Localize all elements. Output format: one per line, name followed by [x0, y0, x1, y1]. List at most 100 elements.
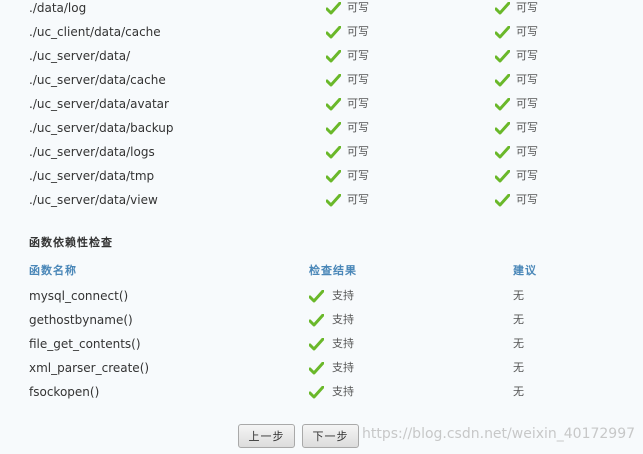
- current-status: 可写: [326, 0, 369, 20]
- current-status: 可写: [326, 92, 369, 116]
- directory-path: ./uc_client/data/cache: [29, 25, 161, 39]
- check-icon: [495, 49, 510, 62]
- check-icon: [309, 385, 324, 398]
- install-check-page: ./data/log 可写 可写 ./uc_client/data/cache …: [0, 0, 643, 454]
- directory-row: ./uc_client/data/cache 可写 可写: [0, 20, 643, 44]
- result-text: 支持: [332, 337, 354, 350]
- directory-path: ./uc_server/data/cache: [29, 73, 166, 87]
- required-status: 可写: [495, 116, 538, 140]
- status-text: 可写: [347, 49, 369, 62]
- function-advice: 无: [513, 289, 524, 302]
- check-icon: [495, 121, 510, 134]
- status-text: 可写: [347, 97, 369, 110]
- function-name: gethostbyname(): [29, 313, 133, 327]
- function-row: mysql_connect() 支持 无: [0, 284, 643, 308]
- check-icon: [309, 337, 324, 350]
- function-result: 支持: [309, 284, 354, 308]
- watermark: https://blog.csdn.net/weixin_40172997: [362, 426, 636, 442]
- current-status: 可写: [326, 68, 369, 92]
- current-status: 可写: [326, 188, 369, 212]
- previous-step-button[interactable]: 上一步: [238, 424, 295, 448]
- directory-row: ./uc_server/data/cache 可写 可写: [0, 68, 643, 92]
- check-icon: [309, 361, 324, 374]
- function-row: gethostbyname() 支持 无: [0, 308, 643, 332]
- status-text: 可写: [347, 73, 369, 86]
- result-text: 支持: [332, 361, 354, 374]
- check-icon: [326, 1, 341, 14]
- directory-path: ./data/log: [29, 1, 87, 15]
- result-text: 支持: [332, 313, 354, 326]
- function-row: file_get_contents() 支持 无: [0, 332, 643, 356]
- directory-row: ./uc_server/data/backup 可写 可写: [0, 116, 643, 140]
- check-icon: [326, 73, 341, 86]
- status-text: 可写: [347, 1, 369, 14]
- directory-row: ./data/log 可写 可写: [0, 0, 643, 20]
- check-icon: [326, 49, 341, 62]
- status-text: 可写: [516, 169, 538, 182]
- check-icon: [495, 97, 510, 110]
- directory-path: ./uc_server/data/: [29, 49, 131, 63]
- check-icon: [326, 97, 341, 110]
- column-header-advice: 建议: [513, 264, 537, 277]
- check-icon: [495, 1, 510, 14]
- current-status: 可写: [326, 44, 369, 68]
- required-status: 可写: [495, 0, 538, 20]
- status-text: 可写: [516, 25, 538, 38]
- directory-permission-list: ./data/log 可写 可写 ./uc_client/data/cache …: [0, 0, 643, 212]
- function-check-title: 函数依赖性检查: [29, 236, 113, 249]
- check-icon: [495, 73, 510, 86]
- status-text: 可写: [347, 169, 369, 182]
- check-icon: [495, 193, 510, 206]
- check-icon: [495, 145, 510, 158]
- result-text: 支持: [332, 385, 354, 398]
- directory-path: ./uc_server/data/tmp: [29, 169, 155, 183]
- check-icon: [326, 25, 341, 38]
- function-result: 支持: [309, 332, 354, 356]
- function-result: 支持: [309, 308, 354, 332]
- function-name: mysql_connect(): [29, 289, 129, 303]
- required-status: 可写: [495, 20, 538, 44]
- status-text: 可写: [516, 193, 538, 206]
- directory-path: ./uc_server/data/backup: [29, 121, 174, 135]
- directory-row: ./uc_server/data/ 可写 可写: [0, 44, 643, 68]
- required-status: 可写: [495, 140, 538, 164]
- required-status: 可写: [495, 68, 538, 92]
- current-status: 可写: [326, 164, 369, 188]
- result-text: 支持: [332, 289, 354, 302]
- check-icon: [326, 169, 341, 182]
- status-text: 可写: [516, 121, 538, 134]
- check-icon: [326, 121, 341, 134]
- directory-path: ./uc_server/data/logs: [29, 145, 155, 159]
- status-text: 可写: [347, 193, 369, 206]
- required-status: 可写: [495, 164, 538, 188]
- check-icon: [309, 313, 324, 326]
- directory-row: ./uc_server/data/avatar 可写 可写: [0, 92, 643, 116]
- current-status: 可写: [326, 20, 369, 44]
- function-name: xml_parser_create(): [29, 361, 150, 375]
- status-text: 可写: [516, 1, 538, 14]
- check-icon: [326, 145, 341, 158]
- status-text: 可写: [347, 145, 369, 158]
- function-name: file_get_contents(): [29, 337, 141, 351]
- function-name: fsockopen(): [29, 385, 100, 399]
- required-status: 可写: [495, 92, 538, 116]
- directory-row: ./uc_server/data/logs 可写 可写: [0, 140, 643, 164]
- function-row: fsockopen() 支持 无: [0, 380, 643, 404]
- function-advice: 无: [513, 313, 524, 326]
- function-result: 支持: [309, 380, 354, 404]
- function-advice: 无: [513, 361, 524, 374]
- status-text: 可写: [347, 121, 369, 134]
- status-text: 可写: [347, 25, 369, 38]
- column-header-function-name: 函数名称: [29, 264, 77, 277]
- function-advice: 无: [513, 337, 524, 350]
- required-status: 可写: [495, 44, 538, 68]
- directory-path: ./uc_server/data/view: [29, 193, 158, 207]
- column-header-check-result: 检查结果: [309, 264, 357, 277]
- next-step-button[interactable]: 下一步: [302, 424, 359, 448]
- directory-row: ./uc_server/data/view 可写 可写: [0, 188, 643, 212]
- required-status: 可写: [495, 188, 538, 212]
- function-check-list: mysql_connect() 支持 无 gethostbyname() 支持 …: [0, 284, 643, 404]
- status-text: 可写: [516, 145, 538, 158]
- function-advice: 无: [513, 385, 524, 398]
- check-icon: [326, 193, 341, 206]
